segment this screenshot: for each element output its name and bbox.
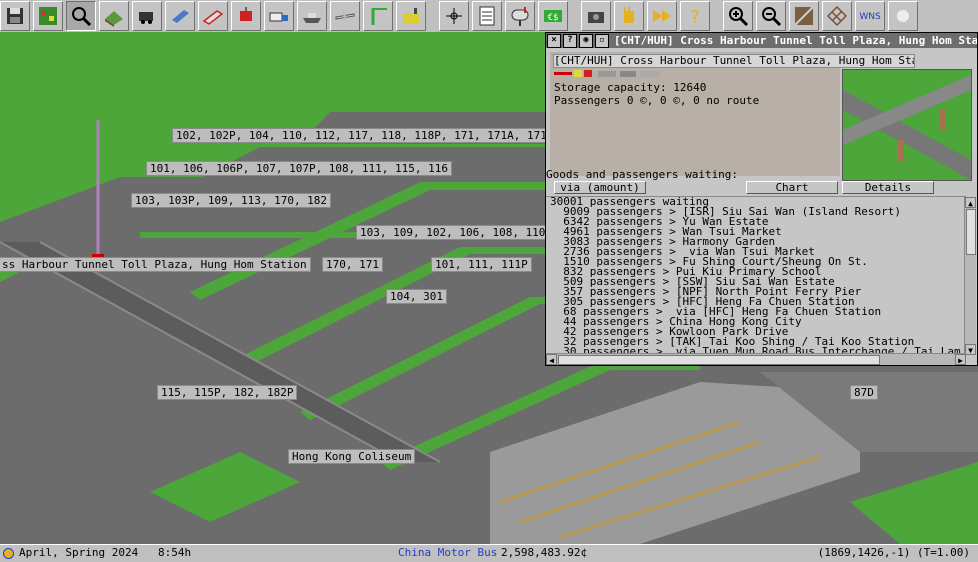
scroll-thumb[interactable] (966, 209, 976, 255)
zoom-icon[interactable] (66, 1, 96, 31)
goods-heading: Goods and passengers waiting: (546, 168, 739, 181)
date-text: April, Spring 2024 (19, 546, 139, 559)
bus-routes-label[interactable]: 103, 103P, 109, 113, 170, 182 (131, 193, 332, 208)
close-icon[interactable]: × (547, 33, 561, 48)
zoom-out-icon[interactable] (756, 1, 786, 31)
save-icon[interactable] (0, 1, 30, 31)
details-button[interactable]: Details (842, 181, 934, 194)
station-location-view[interactable] (842, 69, 972, 181)
tracks-icon[interactable] (789, 1, 819, 31)
waiting-passengers-list[interactable]: 30001 passengers waiting 9009 passengers… (546, 196, 966, 355)
coordinates-text: (1869,1426,-1) (T=1.00) (817, 546, 970, 559)
hand-icon[interactable] (614, 1, 644, 31)
network-icon[interactable] (439, 1, 469, 31)
truck-icon[interactable] (264, 1, 294, 31)
bus-routes-label[interactable]: 102, 102P, 104, 110, 112, 117, 118, 118P… (172, 128, 558, 143)
time-text: 8:54h (158, 546, 192, 559)
minimize-icon[interactable]: ▫ (595, 33, 609, 48)
tram-icon[interactable] (198, 1, 228, 31)
mailbox-icon[interactable] (505, 1, 535, 31)
bus-routes-label[interactable]: 115, 115P, 182, 182P (157, 385, 298, 400)
station-info-panel: [CHT/HUH] Cross Harbour Tunnel Toll Plaz… (550, 52, 915, 176)
terrain-icon[interactable] (99, 1, 129, 31)
storage-capacity: Storage capacity: 12640 (554, 81, 707, 94)
transport-type-icons (554, 69, 664, 79)
sun-icon[interactable] (888, 1, 918, 31)
hscroll-thumb[interactable] (558, 355, 880, 365)
station-name-field[interactable]: [CHT/HUH] Cross Harbour Tunnel Toll Plaz… (553, 54, 915, 68)
station-window: × ? ◉ ▫ [CHT/HUH] Cross Harbour Tunnel T… (545, 32, 978, 366)
horizontal-scrollbar[interactable]: ◀ ▶ (546, 353, 966, 365)
window-title: [CHT/HUH] Cross Harbour Tunnel Toll Plaz… (614, 34, 977, 47)
via-amount-button[interactable]: via (amount) (554, 181, 646, 194)
svg-text:?: ? (690, 7, 700, 27)
scroll-up-icon[interactable]: ▲ (965, 197, 976, 208)
vertical-scrollbar[interactable]: ▲ ▼ (964, 197, 976, 355)
passenger-summary: Passengers 0 ©, 0 ©, 0 no route (554, 94, 760, 107)
road-icon[interactable] (165, 1, 195, 31)
bus-routes-label[interactable]: 104, 301 (386, 289, 447, 304)
map-icon[interactable] (33, 1, 63, 31)
window-titlebar[interactable]: × ? ◉ ▫ [CHT/HUH] Cross Harbour Tunnel T… (546, 33, 977, 48)
stop-name-label[interactable]: Hong Kong Coliseum (288, 449, 416, 464)
bus-routes-label[interactable]: 103, 109, 102, 106, 108, 110, (356, 225, 557, 240)
status-bar: April, Spring 2024 8:54h China Motor Bus… (0, 544, 978, 562)
company-name[interactable]: China Motor Bus (398, 545, 497, 561)
main-toolbar: €$ ? WNS (0, 0, 978, 33)
chart-button[interactable]: Chart (746, 181, 838, 194)
aircraft-icon[interactable] (330, 1, 360, 31)
season-icon (2, 545, 15, 561)
grid-icon[interactable] (822, 1, 852, 31)
bus-routes-label[interactable]: 87D (850, 385, 878, 400)
compass-icon[interactable]: WNS (855, 1, 885, 31)
scroll-right-icon[interactable]: ▶ (955, 354, 966, 365)
bus-routes-label[interactable]: 101, 106, 106P, 107, 107P, 108, 111, 115… (146, 161, 453, 176)
eye-icon[interactable]: ◉ (579, 33, 593, 48)
ship-icon[interactable] (297, 1, 327, 31)
camera-icon[interactable] (581, 1, 611, 31)
bus-routes-label[interactable]: 101, 111, 111P (431, 257, 532, 272)
money-icon[interactable]: €$ (538, 1, 568, 31)
monorail-icon[interactable] (231, 1, 261, 31)
svg-text:€$: €$ (548, 13, 559, 23)
scroll-down-icon[interactable]: ▼ (965, 344, 976, 355)
fast-forward-icon[interactable] (647, 1, 677, 31)
scroll-left-icon[interactable]: ◀ (546, 354, 557, 365)
industry-icon[interactable] (396, 1, 426, 31)
svg-text:WNS: WNS (859, 12, 881, 22)
zoom-in-icon[interactable] (723, 1, 753, 31)
money-text: 2,598,483.92¢ (501, 546, 588, 559)
crane-icon[interactable] (363, 1, 393, 31)
list-icon[interactable] (472, 1, 502, 31)
help-icon[interactable]: ? (680, 1, 710, 31)
help-icon[interactable]: ? (563, 33, 577, 48)
rail-icon[interactable] (132, 1, 162, 31)
station-name-label[interactable]: ss Harbour Tunnel Toll Plaza, Hung Hom S… (0, 257, 311, 272)
bus-routes-label[interactable]: 170, 171 (322, 257, 383, 272)
